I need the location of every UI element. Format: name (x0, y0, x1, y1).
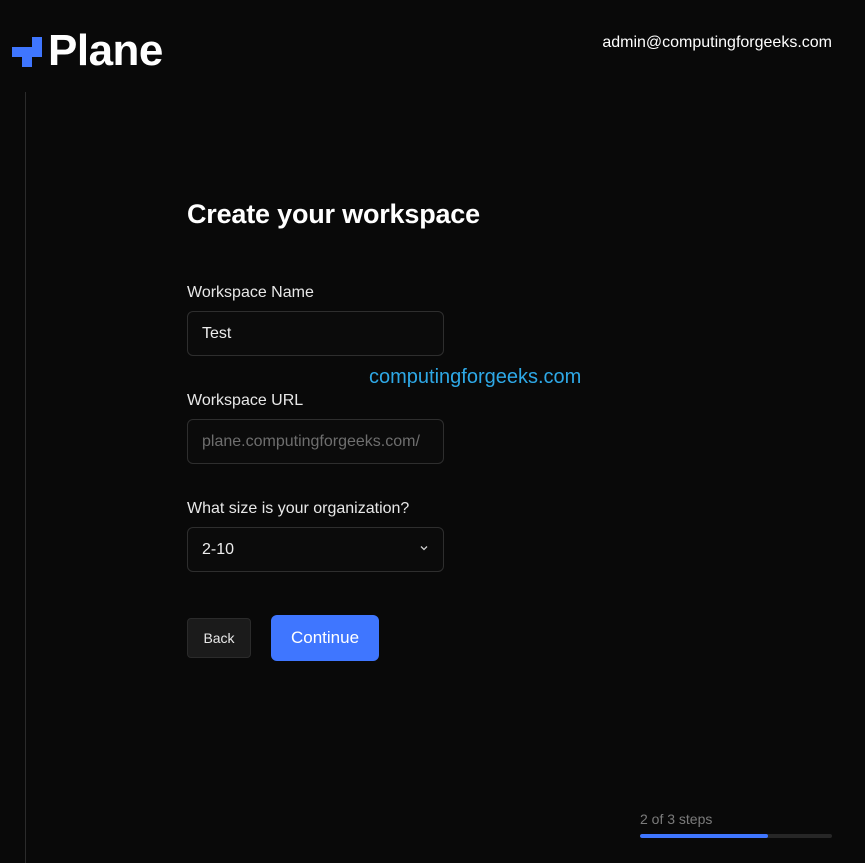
workspace-url-prefix: plane.computingforgeeks.com/ (202, 432, 420, 450)
workspace-name-label: Workspace Name (187, 284, 314, 301)
continue-button[interactable]: Continue (271, 615, 379, 661)
watermark-text: computingforgeeks.com (369, 366, 582, 388)
page-title: Create your workspace (187, 199, 480, 229)
plane-logo: Plane (8, 26, 163, 76)
logo-text: Plane (48, 26, 163, 75)
progress-bar (640, 834, 832, 838)
chevron-down-icon (419, 543, 429, 556)
workspace-url-label: Workspace URL (187, 392, 304, 409)
organization-size-label: What size is your organization? (187, 500, 410, 517)
back-button[interactable]: Back (187, 618, 251, 658)
plane-logo-icon (12, 37, 42, 67)
organization-size-select[interactable]: 2-10 (187, 527, 444, 572)
user-email[interactable]: admin@computingforgeeks.com (602, 34, 832, 52)
progress-fill (640, 834, 768, 838)
workspace-name-input[interactable]: Test (187, 311, 444, 356)
sidebar-divider (25, 92, 26, 863)
create-workspace-form: Create your workspace (187, 196, 607, 232)
organization-size-value: 2-10 (202, 540, 235, 558)
onboarding-page: Plane admin@computingforgeeks.com Create… (0, 0, 865, 863)
workspace-url-input[interactable]: plane.computingforgeeks.com/ (187, 419, 444, 464)
workspace-name-value: Test (202, 324, 232, 342)
steps-indicator: 2 of 3 steps (640, 811, 713, 827)
